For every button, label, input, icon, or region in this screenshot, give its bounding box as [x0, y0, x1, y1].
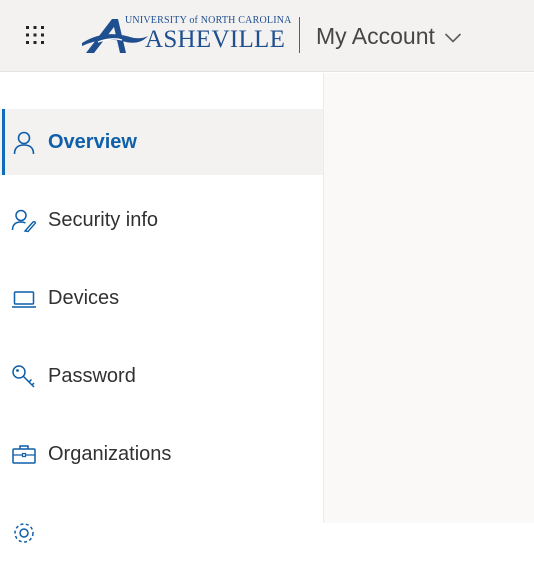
waffle-grid-icon: [26, 26, 44, 44]
nav-item-label: Overview: [48, 130, 137, 153]
briefcase-icon: [12, 445, 36, 464]
person-icon: [13, 131, 35, 155]
key-icon: [12, 365, 35, 388]
nav-item-devices[interactable]: Devices: [0, 265, 323, 331]
nav-item-partial[interactable]: [0, 499, 323, 565]
nav-item-label: Organizations: [48, 442, 172, 465]
nav-item-label: Password: [48, 364, 136, 387]
my-account-menu[interactable]: My Account: [316, 20, 462, 52]
nav-item-password[interactable]: Password: [0, 343, 323, 409]
unca-logo[interactable]: UNIVERSITY of NORTH CAROLINA ASHEVILLE: [82, 13, 291, 57]
nav-item-organizations[interactable]: Organizations: [0, 421, 323, 487]
app-launcher-button[interactable]: [18, 18, 52, 52]
chevron-down-icon: [444, 33, 461, 43]
nav-item-label: Devices: [48, 286, 120, 309]
laptop-icon: [12, 291, 36, 308]
nav-item-label: Security info: [48, 208, 159, 231]
app-title: My Account: [316, 22, 435, 49]
left-navigation: Overview Security info Devices Password: [0, 73, 324, 543]
logo-asheville-line: ASHEVILLE: [145, 26, 286, 53]
main-content-area: [324, 73, 534, 523]
top-bar: UNIVERSITY of NORTH CAROLINA ASHEVILLE M…: [0, 0, 534, 72]
person-key-icon: [11, 209, 37, 233]
logo-university-line: UNIVERSITY of NORTH CAROLINA: [125, 15, 292, 26]
nav-item-overview[interactable]: Overview: [0, 109, 323, 175]
settings-icon: [14, 523, 34, 543]
nav-item-security-info[interactable]: Security info: [0, 187, 323, 253]
header-divider: [299, 17, 300, 53]
